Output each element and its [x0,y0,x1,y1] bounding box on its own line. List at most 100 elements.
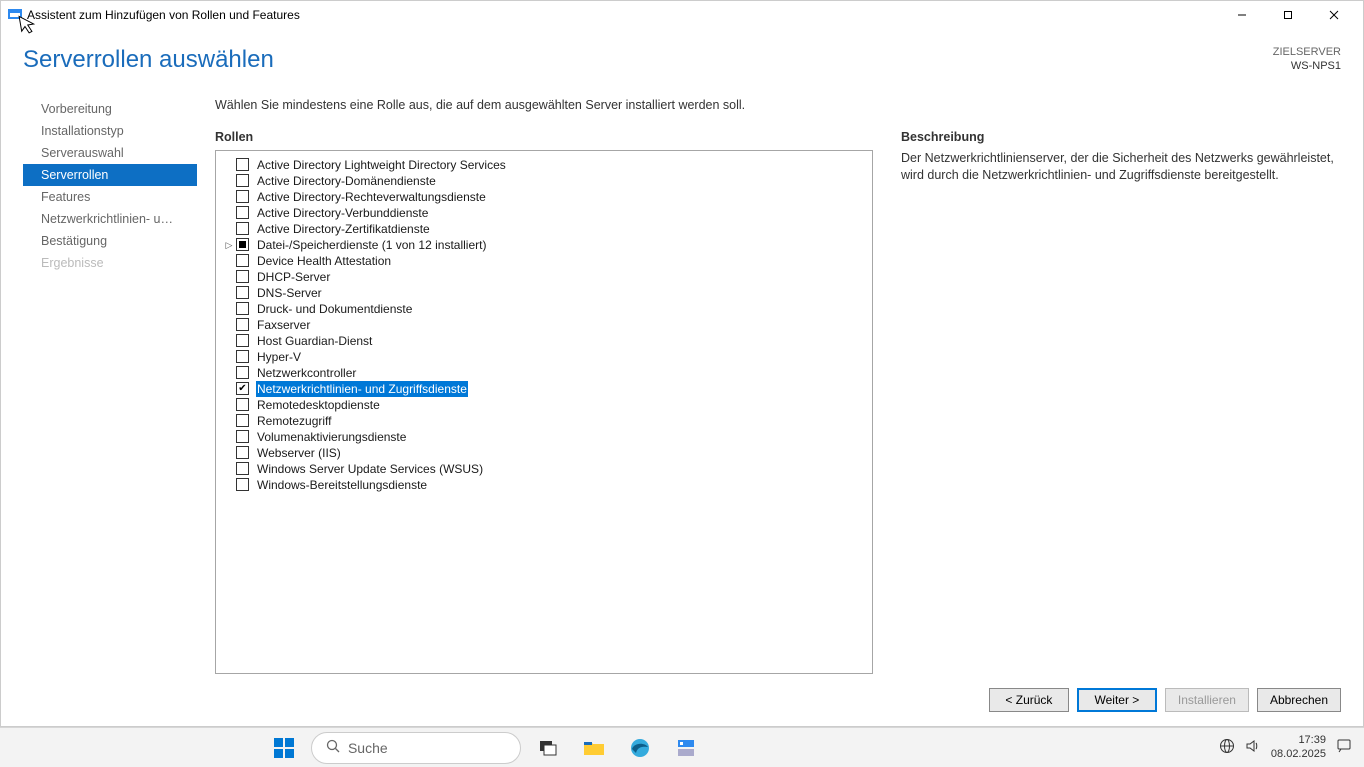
role-row[interactable]: Active Directory-Verbunddienste [224,205,864,221]
app-icon [7,7,23,23]
roles-listbox[interactable]: Active Directory Lightweight Directory S… [215,150,873,674]
role-row[interactable]: Faxserver [224,317,864,333]
role-checkbox[interactable] [236,222,249,235]
search-icon [326,739,340,756]
role-row[interactable]: Active Directory-Domänendienste [224,173,864,189]
role-row[interactable]: Netzwerkcontroller [224,365,864,381]
role-row[interactable]: DHCP-Server [224,269,864,285]
wizard-step[interactable]: Bestätigung [23,230,197,252]
install-button[interactable]: Installieren [1165,688,1249,712]
role-checkbox[interactable] [236,206,249,219]
clock-date: 08.02.2025 [1271,748,1326,761]
wizard-step[interactable]: Serverrollen [23,164,197,186]
role-checkbox[interactable] [236,254,249,267]
taskbar-clock[interactable]: 17:39 08.02.2025 [1271,734,1326,760]
start-button[interactable] [265,732,303,764]
role-checkbox[interactable] [236,350,249,363]
role-checkbox[interactable] [236,302,249,315]
role-row[interactable]: Druck- und Dokumentdienste [224,301,864,317]
roles-heading: Rollen [215,130,873,144]
role-row[interactable]: Netzwerkrichtlinien- und Zugriffsdienste [224,381,864,397]
role-row[interactable]: Remotezugriff [224,413,864,429]
target-name: WS-NPS1 [1273,59,1341,73]
role-label: Windows Server Update Services (WSUS) [256,461,484,477]
next-button[interactable]: Weiter > [1077,688,1157,712]
taskbar: Suche 17:39 08.02.2025 [0,727,1364,767]
main-content: VorbereitungInstallationstypServerauswah… [1,78,1363,674]
target-info: ZIELSERVER WS-NPS1 [1273,45,1341,74]
network-icon[interactable] [1219,738,1235,757]
role-checkbox[interactable] [236,382,249,395]
role-label: Active Directory Lightweight Directory S… [256,157,507,173]
role-checkbox[interactable] [236,334,249,347]
role-row[interactable]: Windows-Bereitstellungsdienste [224,477,864,493]
role-label: Netzwerkrichtlinien- und Zugriffsdienste [256,381,468,397]
header: Serverrollen auswählen ZIELSERVER WS-NPS… [1,29,1363,78]
role-row[interactable]: Remotedesktopdienste [224,397,864,413]
role-label: Druck- und Dokumentdienste [256,301,413,317]
wizard-step[interactable]: Features [23,186,197,208]
role-row[interactable]: Hyper-V [224,349,864,365]
role-label: DNS-Server [256,285,323,301]
role-label: Netzwerkcontroller [256,365,357,381]
role-label: Active Directory-Domänendienste [256,173,437,189]
expand-toggle-icon[interactable]: ▷ [224,239,234,251]
role-row[interactable]: Windows Server Update Services (WSUS) [224,461,864,477]
role-checkbox[interactable] [236,286,249,299]
role-label: Windows-Bereitstellungsdienste [256,477,428,493]
role-label: Host Guardian-Dienst [256,333,373,349]
content-area: Wählen Sie mindestens eine Rolle aus, di… [197,98,1341,674]
server-manager-button[interactable] [667,732,705,764]
file-explorer-button[interactable] [575,732,613,764]
role-label: Device Health Attestation [256,253,392,269]
wizard-step[interactable]: Installationstyp [23,120,197,142]
role-row[interactable]: Active Directory-Rechteverwaltungsdienst… [224,189,864,205]
role-checkbox[interactable] [236,398,249,411]
edge-button[interactable] [621,732,659,764]
maximize-button[interactable] [1265,1,1311,29]
role-checkbox[interactable] [236,430,249,443]
role-row[interactable]: Device Health Attestation [224,253,864,269]
role-row[interactable]: DNS-Server [224,285,864,301]
wizard-step[interactable]: Serverauswahl [23,142,197,164]
role-checkbox[interactable] [236,270,249,283]
role-row[interactable]: Volumenaktivierungsdienste [224,429,864,445]
clock-time: 17:39 [1271,734,1326,747]
role-row[interactable]: Webserver (IIS) [224,445,864,461]
role-checkbox[interactable] [236,446,249,459]
wizard-window: Assistent zum Hinzufügen von Rollen und … [0,0,1364,727]
taskbar-center: Suche [265,732,705,764]
role-checkbox[interactable] [236,238,249,251]
wizard-steps-sidebar: VorbereitungInstallationstypServerauswah… [23,98,197,674]
minimize-button[interactable] [1219,1,1265,29]
role-row[interactable]: Active Directory-Zertifikatdienste [224,221,864,237]
role-row[interactable]: Host Guardian-Dienst [224,333,864,349]
search-placeholder: Suche [348,740,388,756]
role-row[interactable]: ▷Datei-/Speicherdienste (1 von 12 instal… [224,237,864,253]
role-row[interactable]: Active Directory Lightweight Directory S… [224,157,864,173]
wizard-step[interactable]: Netzwerkrichtlinien- und... [23,208,197,230]
roles-column: Rollen Active Directory Lightweight Dire… [215,130,873,674]
volume-icon[interactable] [1245,738,1261,757]
role-checkbox[interactable] [236,174,249,187]
taskbar-search[interactable]: Suche [311,732,521,764]
columns: Rollen Active Directory Lightweight Dire… [215,130,1341,674]
role-checkbox[interactable] [236,190,249,203]
role-checkbox[interactable] [236,462,249,475]
window-title: Assistent zum Hinzufügen von Rollen und … [27,8,300,22]
role-checkbox[interactable] [236,318,249,331]
target-label: ZIELSERVER [1273,45,1341,59]
task-view-button[interactable] [529,732,567,764]
description-text: Der Netzwerkrichtlinienserver, der die S… [901,150,1341,185]
cancel-button[interactable]: Abbrechen [1257,688,1341,712]
wizard-step[interactable]: Vorbereitung [23,98,197,120]
role-checkbox[interactable] [236,414,249,427]
role-checkbox[interactable] [236,478,249,491]
back-button[interactable]: < Zurück [989,688,1069,712]
role-checkbox[interactable] [236,366,249,379]
notifications-icon[interactable] [1336,738,1352,757]
titlebar: Assistent zum Hinzufügen von Rollen und … [1,1,1363,29]
page-title: Serverrollen auswählen [23,46,274,74]
close-button[interactable] [1311,1,1357,29]
role-checkbox[interactable] [236,158,249,171]
